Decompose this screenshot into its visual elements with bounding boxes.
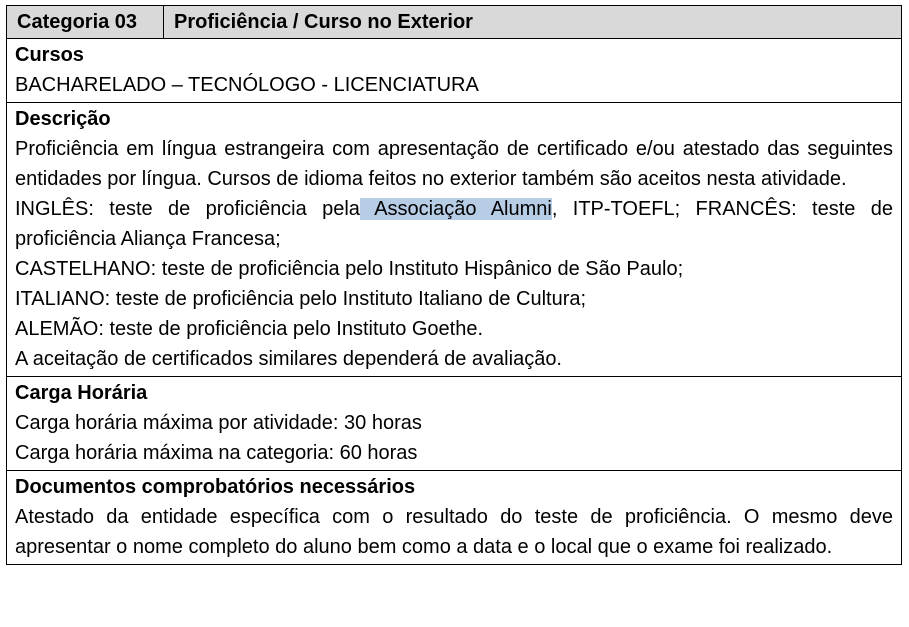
italiano-line: ITALIANO: teste de proficiência pelo Ins…: [15, 288, 587, 310]
cursos-value: BACHARELADO – TECNÓLOGO - LICENCIATURA: [15, 74, 479, 96]
table-header-row: Categoria 03 Proficiência / Curso no Ext…: [7, 6, 901, 38]
alemao-line: ALEMÃO: teste de proficiência pelo Insti…: [15, 318, 484, 340]
carga-line-atividade: Carga horária máxima por atividade: 30 h…: [15, 412, 422, 434]
aceitacao-line: A aceitação de certificados similares de…: [15, 348, 562, 370]
descricao-paragraph: Proficiência em língua estrangeira com a…: [15, 138, 893, 190]
ingles-frances-line: INGLÊS: teste de proficiência pela Assoc…: [15, 194, 893, 254]
documentos-section: Documentos comprobatórios necessários At…: [7, 470, 901, 564]
ingles-prefix: INGLÊS: teste de proficiência pela: [15, 198, 360, 220]
descricao-heading: Descrição: [15, 108, 111, 130]
documentos-heading: Documentos comprobatórios necessários: [15, 476, 416, 498]
carga-line-categoria: Carga horária máxima na categoria: 60 ho…: [15, 442, 418, 464]
cursos-heading: Cursos: [15, 44, 84, 66]
category-number: Categoria 03: [7, 6, 164, 38]
castelhano-line: CASTELHANO: teste de proficiência pelo I…: [15, 258, 684, 280]
carga-heading: Carga Horária: [15, 382, 148, 404]
carga-section: Carga Horária Carga horária máxima por a…: [7, 376, 901, 470]
descricao-section: Descrição Proficiência em língua estrang…: [7, 102, 901, 376]
category-title: Proficiência / Curso no Exterior: [174, 10, 473, 33]
category-table: Categoria 03 Proficiência / Curso no Ext…: [6, 5, 902, 565]
cursos-section: Cursos BACHARELADO – TECNÓLOGO - LICENCI…: [7, 38, 901, 102]
selected-text-highlight[interactable]: Associação Alumni: [359, 198, 552, 220]
documentos-text: Atestado da entidade específica com o re…: [15, 506, 893, 558]
